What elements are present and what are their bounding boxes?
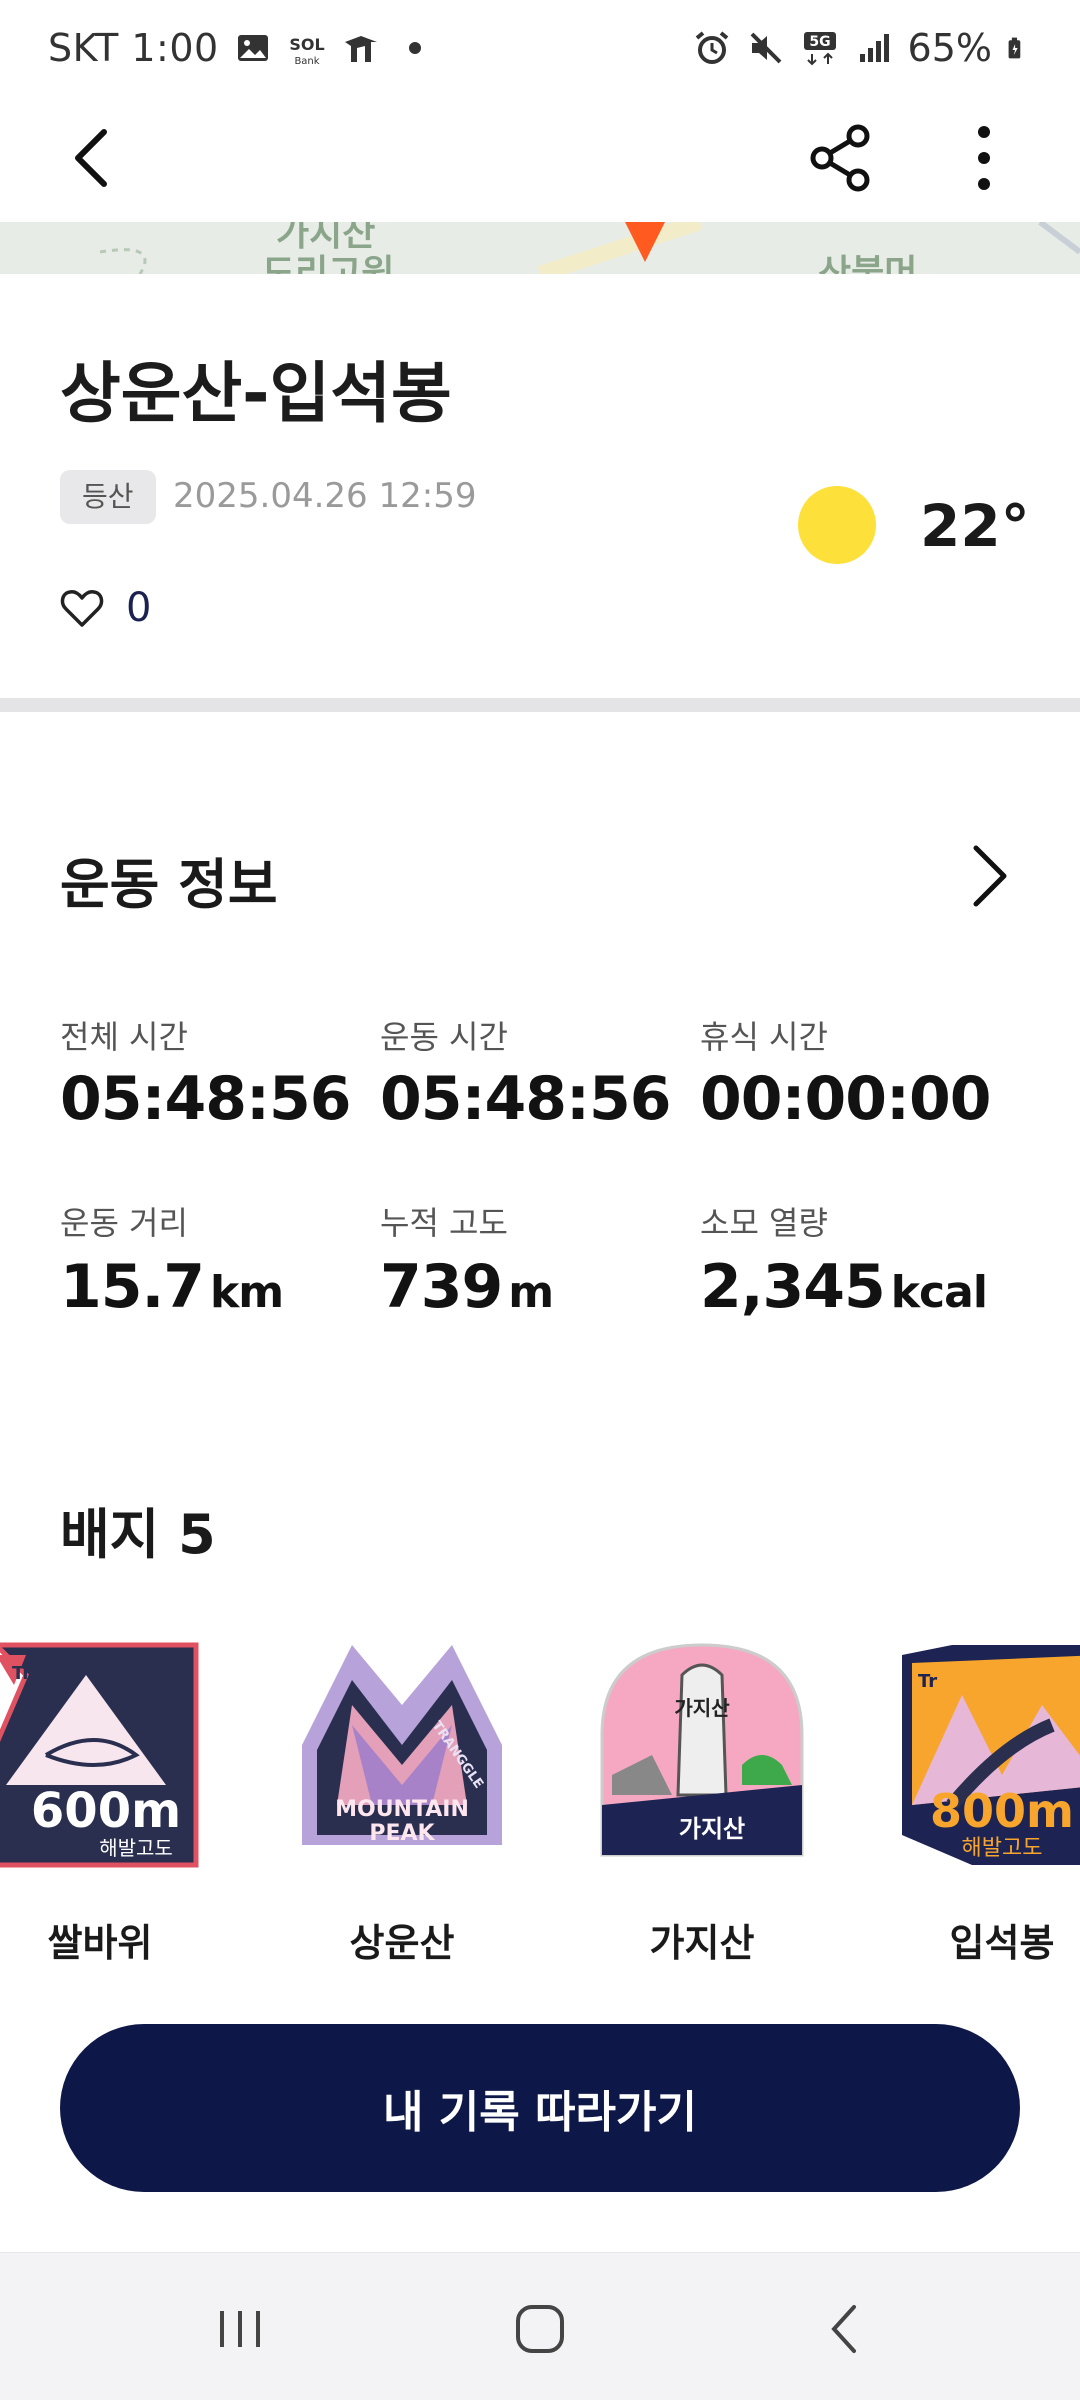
badge-sangunsan-icon[interactable]: TRANGGLE MOUNTAIN PEAK bbox=[292, 1635, 512, 1875]
status-right: 5G 65% bbox=[692, 26, 1032, 70]
like-count: 0 bbox=[126, 585, 152, 631]
status-left: SKT 1:00 SOL Bank bbox=[48, 26, 435, 70]
value: 00:00:00 bbox=[700, 1064, 991, 1134]
exercise-section-title: 운동 정보 bbox=[60, 853, 278, 916]
gallery-icon bbox=[237, 35, 268, 61]
badge-name-gajisan: 가지산 bbox=[649, 1921, 755, 1965]
value: 15.7 bbox=[60, 1252, 205, 1322]
unit: kcal bbox=[890, 1267, 988, 1318]
stat-label-total-time: 전체 시간 bbox=[60, 1018, 188, 1056]
badge-name-sangunsan: 상운산 bbox=[349, 1921, 455, 1965]
badge-name-ssalbawi: 쌀바위 bbox=[47, 1921, 153, 1965]
value: 05:48:56 bbox=[380, 1064, 671, 1134]
map-label-sanbulmeo: 산불머 bbox=[818, 253, 918, 274]
more-vertical-icon[interactable] bbox=[944, 118, 1024, 198]
app-bar bbox=[0, 100, 1080, 222]
svg-text:가지산: 가지산 bbox=[674, 1696, 730, 1720]
svg-text:Tr: Tr bbox=[12, 1663, 31, 1684]
home-icon[interactable] bbox=[500, 2289, 580, 2369]
stat-value-elevation: 739 m bbox=[380, 1252, 554, 1322]
category-chip: 등산 bbox=[60, 470, 156, 524]
5g-icon: 5G bbox=[803, 32, 836, 66]
badge-section-title: 배지 5 bbox=[60, 1503, 216, 1566]
stat-value-exercise-time: 05:48:56 bbox=[380, 1064, 671, 1134]
follow-record-label: 내 기록 따라가기 bbox=[383, 2087, 697, 2138]
record-datetime: 2025.04.26 12:59 bbox=[173, 476, 477, 516]
stat-label-elevation: 누적 고도 bbox=[380, 1204, 508, 1242]
follow-record-button[interactable]: 내 기록 따라가기 bbox=[60, 2024, 1020, 2192]
carrier-time: SKT 1:00 bbox=[48, 26, 219, 70]
svg-text:해발고도: 해발고도 bbox=[99, 1836, 173, 1860]
svg-text:SOL: SOL bbox=[289, 35, 324, 54]
stat-value-calories: 2,345 kcal bbox=[700, 1252, 988, 1322]
badge-ssalbawi-icon[interactable]: Tr 600m 해발고도 bbox=[0, 1635, 206, 1875]
svg-text:Bank: Bank bbox=[294, 56, 319, 67]
svg-text:Tr: Tr bbox=[918, 1671, 937, 1692]
stat-value-distance: 15.7 km bbox=[60, 1252, 284, 1322]
badge-gajisan-icon[interactable]: 가지산 가지산 bbox=[592, 1635, 812, 1875]
activity-detail-screen: SKT 1:00 SOL Bank 5G 65% 가지산 도리고원 산불머 상운… bbox=[0, 0, 1080, 2400]
stat-value-total-time: 05:48:56 bbox=[60, 1064, 351, 1134]
share-icon[interactable] bbox=[800, 118, 880, 198]
svg-text:해발고도: 해발고도 bbox=[962, 1836, 1043, 1861]
stat-value-rest-time: 00:00:00 bbox=[700, 1064, 991, 1134]
alarm-icon bbox=[695, 31, 728, 64]
shinhan-sol-bank-icon: SOL Bank bbox=[289, 35, 324, 67]
battery-icon bbox=[1008, 37, 1021, 59]
dot-icon bbox=[408, 42, 421, 54]
status-bar: SKT 1:00 SOL Bank 5G 65% bbox=[0, 0, 1080, 100]
badge-ipseokbong-icon[interactable]: Tr 800m 해발고도 bbox=[892, 1635, 1080, 1875]
stat-label-distance: 운동 거리 bbox=[60, 1204, 188, 1242]
system-nav-bar bbox=[0, 2252, 1080, 2400]
unit: m bbox=[508, 1267, 554, 1318]
svg-text:PEAK: PEAK bbox=[369, 1821, 435, 1846]
like-button[interactable]: 0 bbox=[60, 578, 151, 638]
unit: km bbox=[210, 1267, 284, 1318]
nav-back-icon[interactable] bbox=[806, 2289, 886, 2369]
svg-text:MOUNTAIN: MOUNTAIN bbox=[335, 1797, 469, 1822]
stat-label-exercise-time: 운동 시간 bbox=[380, 1018, 508, 1056]
svg-text:600m: 600m bbox=[31, 1783, 181, 1839]
heart-icon bbox=[60, 590, 104, 627]
badge-name-ipseokbong: 입석봉 bbox=[949, 1921, 1055, 1965]
chevron-right-icon[interactable] bbox=[960, 840, 1020, 912]
stat-label-rest-time: 휴식 시간 bbox=[700, 1018, 828, 1056]
svg-text:800m: 800m bbox=[930, 1784, 1074, 1838]
value: 739 bbox=[380, 1252, 503, 1322]
map-background bbox=[99, 222, 1080, 274]
svg-text:5G: 5G bbox=[809, 34, 830, 50]
mute-icon bbox=[750, 32, 781, 64]
value: 05:48:56 bbox=[60, 1064, 351, 1134]
map-label-dorigowon: 도리고원 bbox=[262, 253, 395, 274]
section-divider bbox=[0, 698, 1080, 712]
stat-label-calories: 소모 열량 bbox=[700, 1204, 828, 1242]
temperature: 22° bbox=[920, 492, 1030, 560]
back-arrow-icon[interactable] bbox=[56, 118, 136, 198]
trangle-app-icon bbox=[344, 36, 377, 62]
recent-apps-icon[interactable] bbox=[200, 2289, 280, 2369]
signal-icon bbox=[859, 34, 889, 62]
svg-text:가지산: 가지산 bbox=[679, 1815, 745, 1843]
route-map[interactable]: 가지산 도리고원 산불머 bbox=[0, 222, 1080, 274]
record-title: 상운산-입석봉 bbox=[60, 355, 452, 432]
value: 2,345 bbox=[700, 1252, 886, 1322]
sun-icon bbox=[798, 486, 876, 564]
battery-percent: 65% bbox=[907, 26, 992, 70]
